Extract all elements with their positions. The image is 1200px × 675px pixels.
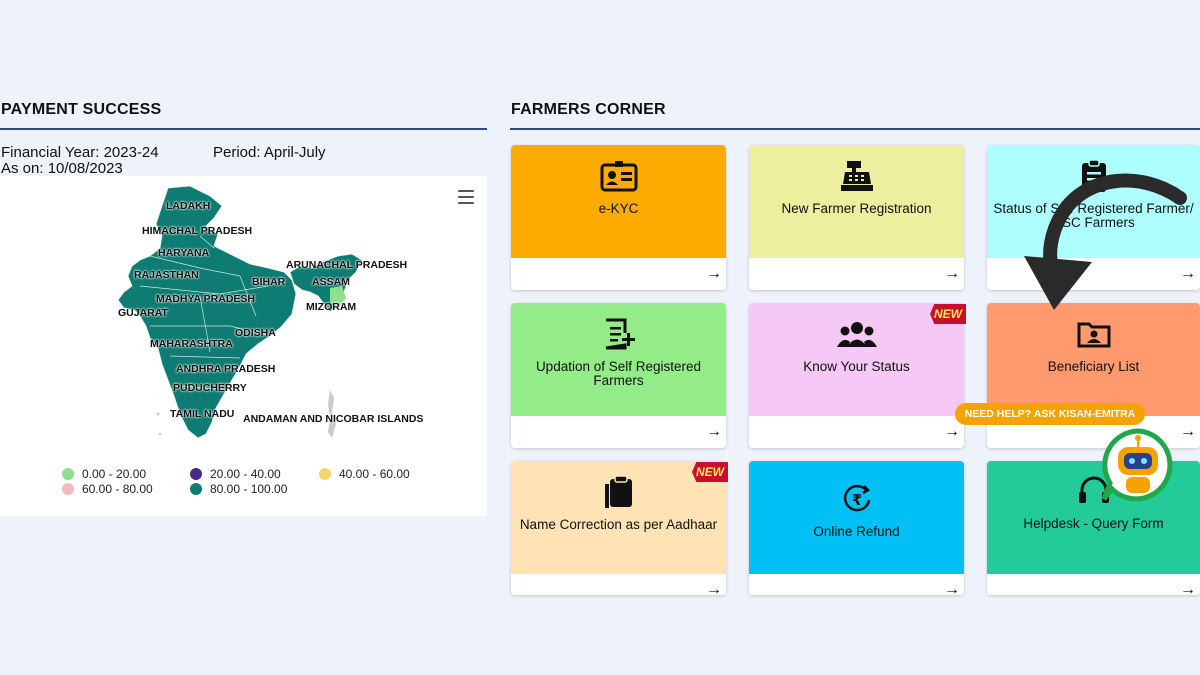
- card-footer: →: [987, 574, 1200, 595]
- map-label-assam: ASSAM: [312, 276, 350, 288]
- legend-item[interactable]: 0.00 - 20.00: [62, 467, 146, 481]
- card-footer: →: [511, 574, 726, 595]
- arrow-right-icon[interactable]: →: [1180, 423, 1196, 441]
- know-your-status-card[interactable]: Know Your Status →: [749, 303, 964, 448]
- legend-item[interactable]: 80.00 - 100.00: [190, 482, 287, 496]
- card-label: New Farmer Registration: [781, 201, 932, 216]
- card-footer: →: [749, 574, 964, 595]
- updation-self-registered-card[interactable]: Updation of Self Registered Farmers →: [511, 303, 726, 448]
- card-face: Know Your Status: [749, 303, 964, 416]
- card-face: e-KYC: [511, 145, 726, 258]
- arrow-right-icon[interactable]: →: [1180, 581, 1196, 595]
- legend-label: 60.00 - 80.00: [82, 482, 153, 496]
- map-label-maharashtra: MAHARASHTRA: [150, 338, 233, 350]
- new-badge: NEW: [930, 304, 966, 324]
- payment-success-divider: [0, 128, 487, 130]
- arrow-right-icon[interactable]: →: [706, 581, 722, 595]
- map-label-andaman: ANDAMAN AND NICOBAR ISLANDS: [243, 413, 424, 425]
- ekyc-card[interactable]: e-KYC →: [511, 145, 726, 290]
- financial-year-text: Financial Year: 2023-24: [1, 144, 159, 161]
- period-text: Period: April-July: [213, 144, 326, 161]
- card-label: Beneficiary List: [1047, 359, 1140, 374]
- card-footer: →: [749, 416, 964, 448]
- chart-menu-icon[interactable]: [458, 190, 474, 204]
- payment-success-title: PAYMENT SUCCESS: [1, 101, 162, 118]
- arrow-right-icon[interactable]: →: [706, 265, 722, 283]
- card-footer: →: [511, 416, 726, 448]
- curved-arrow-icon: [1024, 173, 1187, 310]
- new-badge: NEW: [692, 462, 728, 482]
- new-farmer-registration-card[interactable]: New Farmer Registration →: [749, 145, 964, 290]
- map-label-odisha: ODISHA: [235, 327, 276, 339]
- id-card-icon: [599, 158, 639, 194]
- edit-document-icon: [599, 316, 639, 352]
- india-map-chart: LADAKH HIMACHAL PRADESH HARYANA RAJASTHA…: [0, 176, 487, 516]
- legend-item[interactable]: 40.00 - 60.00: [319, 467, 410, 481]
- legend-label: 0.00 - 20.00: [82, 467, 147, 481]
- arrow-right-icon[interactable]: →: [944, 265, 960, 283]
- legend-dot: [62, 483, 74, 495]
- legend-dot: [62, 468, 74, 480]
- legend-item[interactable]: 60.00 - 80.00: [62, 482, 153, 496]
- farmers-corner-divider: [510, 128, 1200, 130]
- as-on-date: As on: 10/08/2023: [1, 160, 123, 177]
- card-face: New Farmer Registration: [749, 145, 964, 258]
- map-label-puducherry: PUDUCHERRY: [173, 382, 247, 394]
- card-label: e-KYC: [598, 201, 639, 216]
- map-label-tamil: TAMIL NADU: [170, 408, 235, 420]
- cash-register-icon: [837, 158, 877, 194]
- legend-dot: [319, 468, 331, 480]
- card-face: Name Correction as per Aadhaar: [511, 461, 726, 574]
- card-face: ₹ Online Refund: [749, 461, 964, 574]
- svg-text:₹: ₹: [851, 491, 861, 509]
- card-label: Updation of Self Registered Farmers: [535, 359, 702, 388]
- legend-dot: [190, 483, 202, 495]
- arrow-right-icon[interactable]: →: [706, 423, 722, 441]
- legend-label: 20.00 - 40.00: [210, 467, 281, 481]
- name-correction-card[interactable]: Name Correction as per Aadhaar →: [511, 461, 726, 595]
- farmers-corner-title: FARMERS CORNER: [511, 101, 666, 118]
- arrow-right-icon[interactable]: →: [944, 423, 960, 441]
- arrow-right-icon[interactable]: →: [944, 581, 960, 595]
- map-label-ladakh: LADAKH: [166, 200, 211, 212]
- map-label-haryana: HARYANA: [158, 247, 210, 259]
- map-label-rajasthan: RAJASTHAN: [134, 269, 199, 281]
- card-label: Helpdesk - Query Form: [1023, 516, 1164, 531]
- map-label-bihar: BIHAR: [252, 276, 286, 288]
- map-label-madhya: MADHYA PRADESH: [156, 293, 255, 305]
- legend-label: 40.00 - 60.00: [339, 467, 410, 481]
- map-label-gujarat: GUJARAT: [118, 307, 168, 319]
- map-label-himachal: HIMACHAL PRADESH: [142, 225, 253, 237]
- chatbot-robot-icon[interactable]: [1100, 427, 1178, 503]
- rupee-refund-icon: ₹: [837, 481, 877, 517]
- kisan-emitra-help-button[interactable]: NEED HELP? ASK KISAN-EMITRA: [955, 403, 1145, 425]
- card-footer: →: [511, 258, 726, 290]
- folder-user-icon: [1074, 316, 1114, 352]
- card-face: Updation of Self Registered Farmers: [511, 303, 726, 416]
- users-icon: [836, 316, 877, 352]
- map-label-arunachal: ARUNACHAL PRADESH: [286, 259, 408, 271]
- online-refund-card[interactable]: ₹ Online Refund →: [749, 461, 964, 595]
- clipboard-icon: [599, 474, 639, 510]
- card-label: Online Refund: [813, 524, 900, 539]
- card-footer: →: [749, 258, 964, 290]
- legend-item[interactable]: 20.00 - 40.00: [190, 467, 281, 481]
- card-label: Know Your Status: [803, 359, 910, 374]
- legend-label: 80.00 - 100.00: [210, 482, 288, 496]
- map-label-mizoram: MIZORAM: [306, 301, 357, 313]
- legend-dot: [190, 468, 202, 480]
- map-label-andhra: ANDHRA PRADESH: [176, 363, 276, 375]
- card-label: Name Correction as per Aadhaar: [519, 517, 718, 532]
